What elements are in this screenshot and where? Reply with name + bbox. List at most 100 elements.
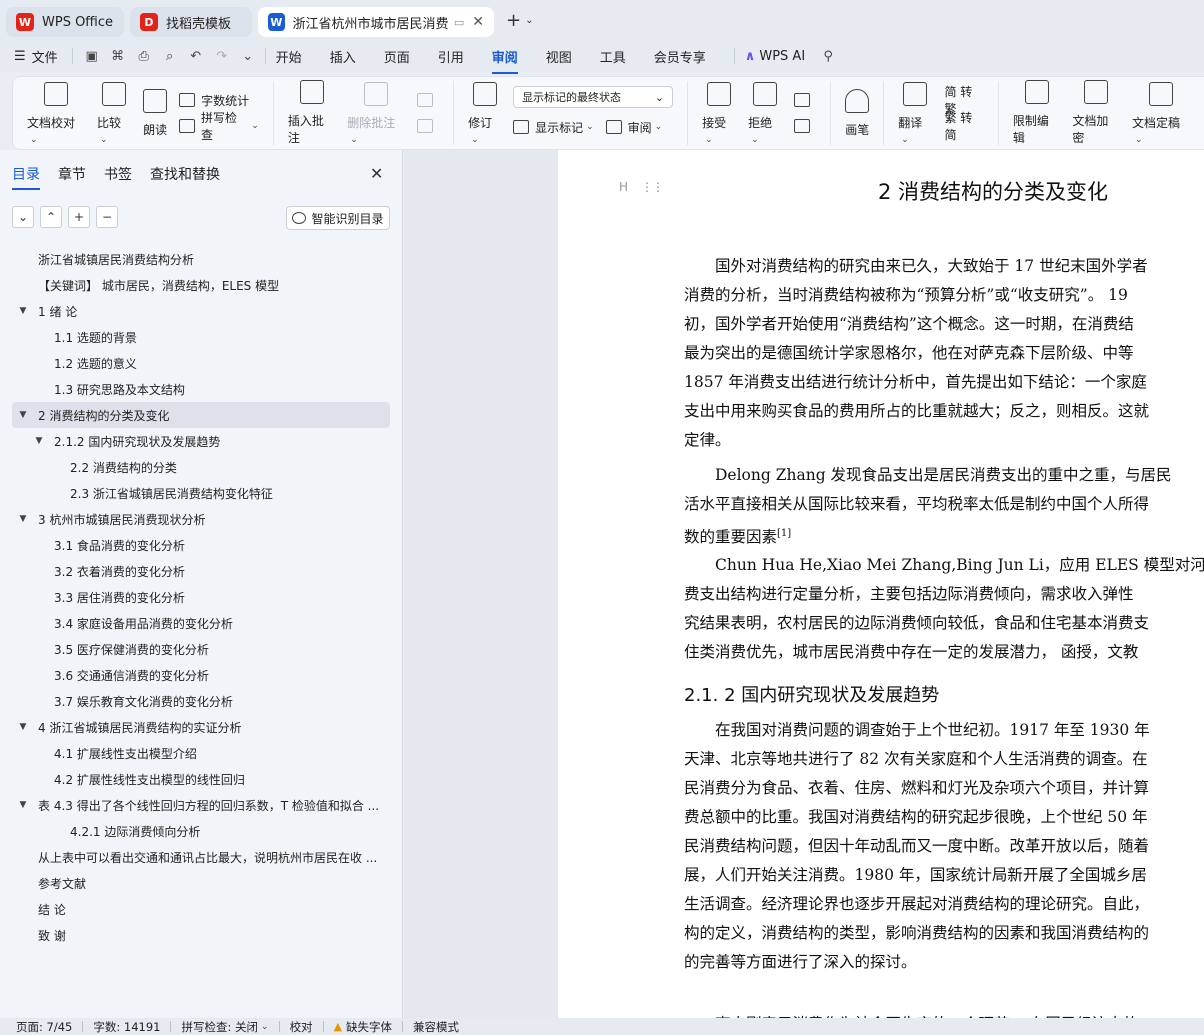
redo-icon[interactable]: ↷	[213, 47, 231, 65]
collapse-arrow-icon[interactable]: ▼	[16, 800, 30, 810]
tab-home[interactable]: 开始	[276, 43, 302, 70]
tab-review[interactable]: 审阅	[491, 43, 518, 74]
file-menu[interactable]: ☰ 文件	[14, 47, 58, 66]
print-preview-icon[interactable]: ⌕	[161, 47, 179, 65]
close-icon[interactable]: ✕	[370, 164, 383, 183]
reject-button[interactable]: 拒绝⌄	[748, 81, 782, 145]
toc-item[interactable]: 1.3 研究思路及本文结构	[12, 376, 390, 402]
toc-item[interactable]: 3.3 居住消费的变化分析	[12, 584, 390, 610]
heading-style-icon[interactable]: H	[619, 180, 628, 194]
more-chevron-icon[interactable]: ⌄	[239, 47, 257, 65]
missing-font-indicator[interactable]: ▲ 缺失字体	[334, 1019, 392, 1035]
remove-icon[interactable]: −	[96, 206, 118, 228]
read-aloud-button[interactable]: 朗读	[143, 88, 167, 138]
tab-toc[interactable]: 目录	[12, 164, 40, 190]
drag-handle-icon[interactable]: ⋮⋮	[641, 180, 664, 194]
add-icon[interactable]: +	[68, 206, 90, 228]
prev-change-button[interactable]	[794, 87, 816, 113]
spell-check-button[interactable]: 拼写检查 ⌄	[179, 111, 259, 142]
proof-indicator[interactable]: 校对	[290, 1019, 313, 1035]
compare-button[interactable]: 比较⌄	[97, 81, 131, 145]
toc-item[interactable]: 3.6 交通通信消费的变化分析	[12, 662, 390, 688]
paragraph-line: 天津、北京等地共进行了 82 次有关家庭和个人生活消费的调查。在	[684, 750, 1148, 768]
toc-item[interactable]: ▼ 1 绪 论	[12, 298, 390, 324]
chevron-up-icon[interactable]: ⌃	[40, 206, 62, 228]
toc-item[interactable]: 参考文献	[12, 870, 390, 896]
toc-item[interactable]: 4.1 扩展线性支出模型介绍	[12, 740, 390, 766]
toc-item[interactable]: 3.4 家庭设备用品消费的变化分析	[12, 610, 390, 636]
toc-item[interactable]: 3.7 娱乐教育文化消费的变化分析	[12, 688, 390, 714]
prev-comment-button[interactable]	[417, 87, 439, 113]
tab-current-document[interactable]: W 浙江省杭州市城市居民消费结 ▭ ✕	[258, 7, 494, 37]
link-icon[interactable]: ⌘	[109, 47, 127, 65]
toc-item[interactable]: 3.1 食品消费的变化分析	[12, 532, 390, 558]
toc-item[interactable]: ▼ 2 消费结构的分类及变化	[12, 402, 390, 428]
tab-find-replace[interactable]: 查找和替换	[150, 164, 220, 188]
collapse-arrow-icon[interactable]: ▼	[32, 436, 46, 446]
close-tab-icon[interactable]: ✕	[472, 14, 484, 30]
finalize-button[interactable]: 文档定稿⌄	[1132, 81, 1190, 145]
tab-wps-office[interactable]: W WPS Office	[6, 7, 124, 37]
toc-item[interactable]: 浙江省城镇居民消费结构分析	[12, 246, 390, 272]
translate-button[interactable]: 翻译⌄	[898, 81, 932, 145]
toc-item[interactable]: ▼ 表 4.3 得出了各个线性回归方程的回归系数，T 检验值和拟合 ...	[12, 792, 390, 818]
track-changes-button[interactable]: 修订⌄	[468, 81, 501, 145]
undo-icon[interactable]: ↶	[187, 47, 205, 65]
tab-references[interactable]: 引用	[438, 43, 464, 70]
toc-item-label: 3.5 医疗保健消费的变化分析	[54, 642, 209, 657]
next-comment-button[interactable]	[417, 113, 439, 139]
search-icon[interactable]: ⚲	[819, 47, 837, 65]
doc-check-button[interactable]: 文档校对⌄	[27, 81, 85, 145]
tab-tools[interactable]: 工具	[600, 43, 626, 70]
toc-item[interactable]: 3.5 医疗保健消费的变化分析	[12, 636, 390, 662]
markup-state-select[interactable]: 显示标记的最终状态 ⌄	[513, 86, 674, 108]
chevron-down-icon[interactable]: ⌄	[12, 206, 34, 228]
tab-membership[interactable]: 会员专享	[654, 43, 706, 70]
toc-item[interactable]: 从上表中可以看出交通和通讯占比最大，说明杭州市居民在收 ...	[12, 844, 390, 870]
print-icon[interactable]: ⎙	[135, 47, 153, 65]
toc-item[interactable]: 致 谢	[12, 922, 390, 948]
smart-toc-button[interactable]: 智能识别目录	[286, 206, 390, 230]
review-pane-button[interactable]: 审阅 ⌄	[605, 114, 662, 140]
toc-item[interactable]: 2.3 浙江省城镇居民消费结构变化特征	[12, 480, 390, 506]
window-mini-icon[interactable]: ▭	[454, 16, 464, 29]
collapse-arrow-icon[interactable]: ▼	[16, 306, 30, 316]
next-change-button[interactable]	[794, 113, 816, 139]
tab-bookmarks[interactable]: 书签	[104, 164, 132, 188]
save-icon[interactable]: ▣	[83, 47, 101, 65]
word-count-indicator[interactable]: 字数: 14191	[93, 1019, 160, 1035]
tab-page[interactable]: 页面	[384, 43, 410, 70]
toc-item[interactable]: 1.2 选题的意义	[12, 350, 390, 376]
toc-item[interactable]: ▼ 4 浙江省城镇居民消费结构的实证分析	[12, 714, 390, 740]
spell-check-indicator[interactable]: 拼写检查: 关闭 ⌄	[181, 1019, 268, 1035]
tab-view[interactable]: 视图	[546, 43, 572, 70]
collapse-arrow-icon[interactable]: ▼	[16, 410, 30, 420]
toc-item[interactable]: 结 论	[12, 896, 390, 922]
toc-item[interactable]: 【关键词】 城市居民，消费结构，ELES 模型	[12, 272, 390, 298]
toc-item[interactable]: 3.2 衣着消费的变化分析	[12, 558, 390, 584]
tab-docer-templates[interactable]: D 找稻壳模板	[130, 7, 252, 37]
chevron-down-icon[interactable]: ⌄	[525, 15, 533, 26]
collapse-arrow-icon[interactable]: ▼	[16, 514, 30, 524]
toc-item[interactable]: 4.2 扩展性线性支出模型的线性回归	[12, 766, 390, 792]
accept-button[interactable]: 接受⌄	[702, 81, 736, 145]
restrict-edit-button[interactable]: 限制编辑	[1013, 80, 1061, 146]
delete-comment-button[interactable]: 删除批注⌄	[347, 81, 405, 145]
toc-item[interactable]: 2.2 消费结构的分类	[12, 454, 390, 480]
citation-reference[interactable]: [1]	[777, 528, 791, 539]
collapse-arrow-icon[interactable]: ▼	[16, 722, 30, 732]
to-simplified-button[interactable]: 繁 转简	[944, 111, 983, 142]
tab-sections[interactable]: 章节	[58, 164, 86, 188]
new-tab-icon[interactable]: +	[506, 10, 521, 31]
tab-insert[interactable]: 插入	[330, 43, 356, 70]
toc-item[interactable]: 4.2.1 边际消费倾向分析	[12, 818, 390, 844]
toc-item[interactable]: ▼ 2.1.2 国内研究现状及发展趋势	[12, 428, 390, 454]
wps-ai-button[interactable]: ∧ WPS AI	[745, 49, 805, 64]
toc-item[interactable]: 1.1 选题的背景	[12, 324, 390, 350]
page-indicator[interactable]: 页面: 7/45	[16, 1019, 72, 1035]
pen-button[interactable]: 画笔	[845, 88, 869, 138]
insert-comment-button[interactable]: 插入批注	[288, 80, 335, 146]
show-markup-button[interactable]: 显示标记 ⌄	[513, 114, 594, 140]
toc-item[interactable]: ▼ 3 杭州市城镇居民消费现状分析	[12, 506, 390, 532]
encrypt-button[interactable]: 文档加密	[1072, 80, 1120, 146]
